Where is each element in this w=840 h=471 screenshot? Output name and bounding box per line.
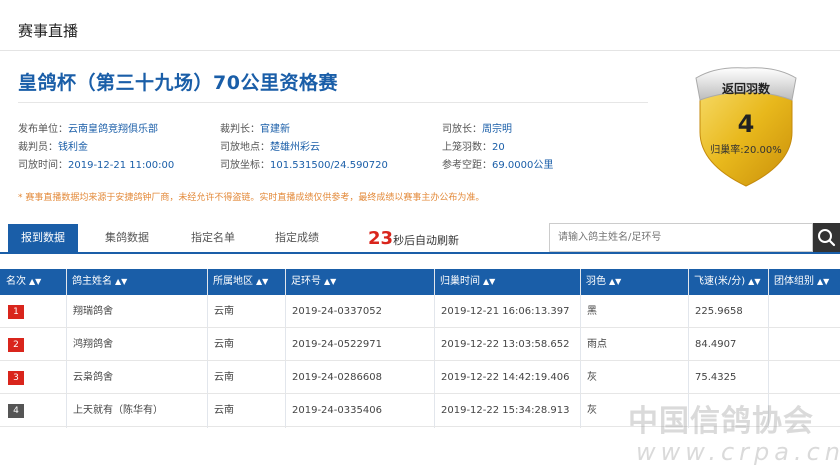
info-coords: 司放坐标：101.531500/24.590720: [220, 160, 388, 171]
rank-badge: 1: [8, 305, 24, 319]
rank-badge: 2: [8, 338, 24, 352]
watermark-text: 中国信鸽协会: [628, 404, 814, 439]
table-row[interactable]: 3 云枭鸽舍 云南 2019-24-0286608 2019-12-22 14:…: [0, 361, 840, 394]
region-cell: 云南: [214, 339, 234, 350]
rank-badge: 4: [8, 404, 24, 418]
region-cell: 云南: [214, 405, 234, 416]
search-icon: [818, 229, 836, 247]
speed-cell: 225.9658: [695, 306, 743, 317]
owner-cell: 云枭鸽舍: [73, 372, 113, 383]
region-cell: 云南: [214, 306, 234, 317]
color-cell: 灰: [587, 405, 597, 416]
tab-collection-data[interactable]: 集鸽数据: [94, 224, 160, 252]
refresh-suffix: 秒后自动刷新: [393, 234, 460, 247]
info-birds: 上笼羽数：20: [442, 142, 505, 153]
badge-label: 返回羽数: [721, 82, 770, 96]
sort-icon: ▲▼: [483, 277, 496, 286]
time-cell: 2019-12-22 14:42:19.406: [441, 372, 570, 383]
col-feather-color[interactable]: 羽色 ▲▼: [580, 269, 621, 295]
table-header: 名次 ▲▼ 鸽主姓名 ▲▼ 所属地区 ▲▼ 足环号 ▲▼ 归巢时间 ▲▼ 羽色 ▲▼ 飞速(…: [0, 269, 840, 295]
color-cell: 雨点: [587, 339, 607, 350]
time-cell: 2019-12-22 15:34:28.913: [441, 405, 570, 416]
sort-icon: ▲▼: [256, 277, 269, 286]
info-judge: 裁判长：官建新: [220, 124, 290, 135]
birds-value: 20: [492, 142, 505, 153]
organizer-value: 云南皇鸽竞翔俱乐部: [68, 124, 158, 135]
ring-cell: 2019-24-0335406: [292, 405, 382, 416]
color-cell: 黑: [587, 306, 597, 317]
color-cell: 灰: [587, 372, 597, 383]
director-value: 周宗明: [482, 124, 512, 135]
col-ring[interactable]: 足环号 ▲▼: [285, 269, 336, 295]
time-cell: 2019-12-22 13:03:58.652: [441, 339, 570, 350]
tab-designated-results[interactable]: 指定成绩: [264, 224, 330, 252]
disclaimer-notice: * 赛事直播数据均来源于安捷鸽钟厂商，未经允许不得盗链。实时直播成绩仅供参考，最…: [18, 193, 485, 203]
distance-value: 69.0000公里: [492, 160, 554, 171]
returned-birds-badge: 返回羽数 4 归巢率:20.00%: [694, 66, 798, 190]
rank-badge: 3: [8, 371, 24, 385]
watermark-url: www.crpa.cn: [636, 438, 840, 466]
ring-cell: 2019-24-0337052: [292, 306, 382, 317]
ring-cell: 2019-24-0286608: [292, 372, 382, 383]
divider: [18, 102, 648, 103]
info-referee: 裁判员：钱利金: [18, 142, 88, 153]
owner-cell: 上天就有（陈华有）: [73, 405, 163, 416]
table-row[interactable]: 2 鸿翔鸽舍 云南 2019-24-0522971 2019-12-22 13:…: [0, 328, 840, 361]
col-return-time[interactable]: 归巢时间 ▲▼: [434, 269, 495, 295]
col-owner[interactable]: 鸽主姓名 ▲▼: [66, 269, 127, 295]
col-group[interactable]: 团体组别 ▲▼: [768, 269, 829, 295]
col-rank[interactable]: 名次 ▲▼: [0, 269, 41, 295]
coords-value: 101.531500/24.590720: [270, 160, 388, 171]
refresh-seconds: 23: [368, 228, 394, 249]
speed-cell: 84.4907: [695, 339, 737, 350]
info-release-place: 司放地点：楚雄州彩云: [220, 142, 320, 153]
auto-refresh-countdown: 23秒后自动刷新: [368, 228, 459, 249]
sort-icon: ▲▼: [115, 277, 128, 286]
release-place-value: 楚雄州彩云: [270, 142, 320, 153]
search-input[interactable]: [549, 223, 813, 252]
release-time-value: 2019-12-21 11:00:00: [68, 160, 175, 171]
sort-icon: ▲▼: [609, 277, 622, 286]
col-region[interactable]: 所属地区 ▲▼: [207, 269, 268, 295]
owner-cell: 翔瑞鸽舍: [73, 306, 113, 317]
search-button[interactable]: [813, 223, 840, 252]
info-release-time: 司放时间：2019-12-21 11:00:00: [18, 160, 175, 171]
info-director: 司放长：周宗明: [442, 124, 512, 135]
region-cell: 云南: [214, 372, 234, 383]
col-speed[interactable]: 飞速(米/分) ▲▼: [688, 269, 760, 295]
sort-icon: ▲▼: [817, 277, 830, 286]
owner-cell: 鸿翔鸽舍: [73, 339, 113, 350]
race-live-page: 赛事直播 皇鸽杯（第三十九场）70公里资格赛 发布单位：云南皇鸽竞翔俱乐部 裁判…: [0, 0, 840, 471]
race-title: 皇鸽杯（第三十九场）70公里资格赛: [18, 72, 338, 94]
time-cell: 2019-12-21 16:06:13.397: [441, 306, 570, 317]
returned-count: 4: [737, 110, 755, 138]
tabs-underline: [0, 252, 840, 254]
info-organizer: 发布单位：云南皇鸽竞翔俱乐部: [18, 124, 158, 135]
table-row[interactable]: 1 翔瑞鸽舍 云南 2019-24-0337052 2019-12-21 16:…: [0, 295, 840, 328]
section-title: 赛事直播: [18, 22, 79, 40]
return-rate: 归巢率:20.00%: [710, 145, 782, 156]
judge-value: 官建新: [260, 124, 290, 135]
divider: [0, 50, 840, 51]
info-distance: 参考空距：69.0000公里: [442, 160, 554, 171]
speed-cell: 75.4325: [695, 372, 737, 383]
sort-icon: ▲▼: [324, 277, 337, 286]
referee-value: 钱利金: [58, 142, 88, 153]
sort-icon: ▲▼: [748, 277, 761, 286]
ring-cell: 2019-24-0522971: [292, 339, 382, 350]
tab-check-in-data[interactable]: 报到数据: [8, 224, 78, 252]
tab-designated-list[interactable]: 指定名单: [180, 224, 246, 252]
sort-icon: ▲▼: [29, 277, 42, 286]
